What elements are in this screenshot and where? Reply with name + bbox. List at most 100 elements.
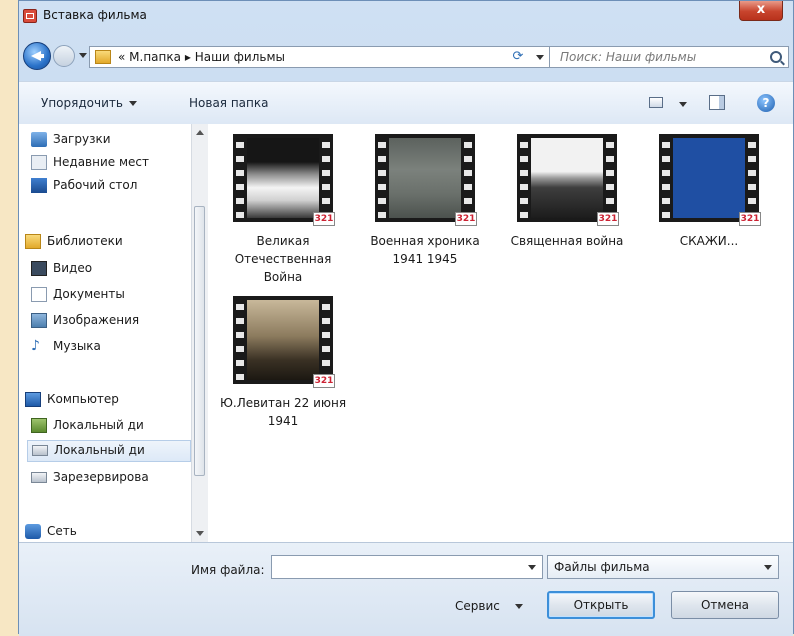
address-dropdown-arrow[interactable]	[536, 55, 544, 60]
media-badge: 321	[313, 374, 335, 388]
libraries-icon	[25, 234, 41, 249]
sidebar-item-label: Сеть	[47, 524, 77, 538]
video-thumbnail: 321	[375, 134, 477, 226]
navigation-pane: Загрузки Недавние мест Рабочий стол Библ…	[19, 124, 208, 542]
command-toolbar: Упорядочить Новая папка ?	[19, 81, 793, 125]
sidebar-item-label: Локальный ди	[53, 418, 144, 432]
chevron-down-icon	[764, 565, 772, 570]
window-title: Вставка фильма	[43, 8, 147, 22]
media-badge: 321	[597, 212, 619, 226]
sidebar-item-label: Библиотеки	[47, 234, 123, 248]
recent-places-icon	[31, 155, 47, 170]
reserved-disk-icon	[31, 472, 47, 483]
address-bar[interactable]: « М.папка ▸ Наши фильмы	[89, 46, 551, 68]
video-thumbnail: 321	[233, 296, 335, 388]
sidebar-item-label: Компьютер	[47, 392, 119, 406]
sidebar-item-label: Локальный ди	[54, 443, 145, 457]
video-icon	[31, 261, 47, 276]
open-button[interactable]: Открыть	[547, 591, 655, 619]
pictures-icon	[31, 313, 47, 328]
sidebar-item-local-disk-c[interactable]: Локальный ди	[31, 416, 189, 436]
breadcrumb-separator[interactable]: ▸	[185, 50, 191, 64]
breadcrumb-item-my-folder[interactable]: М.папка	[129, 50, 181, 64]
sidebar-item-label: Загрузки	[53, 132, 111, 146]
breadcrumb-prefix[interactable]: «	[118, 50, 125, 64]
video-thumbnail: 321	[517, 134, 619, 226]
sidebar-item-label: Документы	[53, 287, 125, 301]
forward-button[interactable]	[53, 45, 75, 67]
downloads-icon	[31, 132, 47, 147]
title-bar: Вставка фильма x	[19, 1, 793, 33]
sidebar-item-music[interactable]: ♪ Музыка	[31, 337, 189, 357]
media-badge: 321	[313, 212, 335, 226]
sidebar-item-reserved[interactable]: Зарезервирова	[31, 468, 189, 488]
tools-dropdown-arrow[interactable]	[515, 604, 523, 609]
folder-icon	[95, 50, 111, 64]
scroll-up-arrow[interactable]	[196, 130, 204, 135]
file-name: СКАЖИ...	[679, 234, 739, 248]
documents-icon	[31, 287, 47, 302]
organize-label: Упорядочить	[41, 96, 123, 110]
scrollbar-thumb[interactable]	[194, 206, 205, 476]
local-disk-icon	[31, 418, 47, 433]
file-name: Ю.Левитан 22 июня 1941	[219, 396, 347, 428]
movie-maker-icon	[23, 9, 37, 23]
tools-menu[interactable]: Сервис	[455, 599, 500, 613]
computer-icon	[25, 392, 41, 407]
sidebar-item-desktop[interactable]: Рабочий стол	[31, 176, 189, 196]
sidebar-item-label: Зарезервирова	[53, 470, 149, 484]
change-view-icon[interactable]	[649, 97, 663, 108]
local-disk-icon	[32, 445, 48, 456]
filetype-value: Файлы фильма	[554, 560, 650, 574]
filename-history-dropdown[interactable]	[528, 565, 536, 570]
media-badge: 321	[739, 212, 761, 226]
breadcrumb-item-our-films[interactable]: Наши фильмы	[195, 50, 285, 64]
search-icon[interactable]	[770, 51, 782, 63]
preview-pane-icon[interactable]	[709, 95, 725, 110]
filetype-select[interactable]: Файлы фильма	[547, 555, 779, 579]
sidebar-item-label: Музыка	[53, 339, 101, 353]
desktop-icon	[31, 178, 47, 193]
search-box[interactable]: Поиск: Наши фильмы	[549, 46, 789, 68]
file-name: Великая Отечественная Война	[234, 234, 332, 284]
scroll-down-arrow[interactable]	[196, 531, 204, 536]
filename-label: Имя файла:	[191, 563, 265, 577]
filename-input[interactable]	[271, 555, 543, 579]
file-name: Священная война	[510, 234, 624, 248]
sidebar-item-label: Недавние мест	[53, 155, 149, 169]
sidebar-item-label: Видео	[53, 261, 93, 275]
back-button[interactable]	[23, 42, 51, 70]
sidebar-item-libraries[interactable]: Библиотеки	[25, 232, 189, 252]
refresh-icon[interactable]: ⟳	[509, 48, 527, 66]
view-options-dropdown[interactable]	[679, 102, 687, 107]
file-dialog-window: Вставка фильма x « М.папка ▸ Наши фильмы…	[18, 0, 794, 636]
sidebar-item-label: Изображения	[53, 313, 140, 327]
navigation-bar: « М.папка ▸ Наши фильмы ⟳ Поиск: Наши фи…	[19, 37, 793, 77]
network-icon	[25, 524, 41, 539]
dialog-footer: Имя файла: Файлы фильма Сервис Открыть О…	[19, 542, 793, 636]
file-name: Военная хроника 1941 1945	[370, 234, 480, 266]
sidebar-item-recent-places[interactable]: Недавние мест	[31, 153, 189, 173]
sidebar-item-video[interactable]: Видео	[31, 259, 189, 279]
organize-button[interactable]: Упорядочить	[41, 96, 137, 110]
sidebar-item-pictures[interactable]: Изображения	[31, 311, 189, 331]
sidebar-item-network[interactable]: Сеть	[25, 522, 189, 542]
sidebar-item-local-disk-d[interactable]: Локальный ди	[27, 440, 191, 462]
sidebar-item-downloads[interactable]: Загрузки	[31, 130, 189, 150]
breadcrumb: « М.папка ▸ Наши фильмы	[118, 50, 285, 64]
sidebar-item-documents[interactable]: Документы	[31, 285, 189, 305]
cancel-button[interactable]: Отмена	[671, 591, 779, 619]
search-input[interactable]: Поиск: Наши фильмы	[560, 50, 696, 64]
chevron-down-icon	[128, 101, 137, 106]
new-folder-button[interactable]: Новая папка	[189, 96, 268, 110]
sidebar-item-computer[interactable]: Компьютер	[25, 390, 189, 410]
music-icon: ♪	[31, 338, 40, 354]
recent-locations-dropdown[interactable]	[79, 53, 87, 58]
close-button[interactable]: x	[739, 1, 783, 21]
video-thumbnail: 321	[659, 134, 761, 226]
help-icon[interactable]: ?	[757, 94, 775, 112]
sidebar-scrollbar[interactable]	[191, 124, 208, 542]
file-list: 321 Великая Отечественная Война 321 Воен…	[208, 124, 793, 542]
sidebar-item-label: Рабочий стол	[53, 178, 138, 192]
video-thumbnail: 321	[233, 134, 335, 226]
